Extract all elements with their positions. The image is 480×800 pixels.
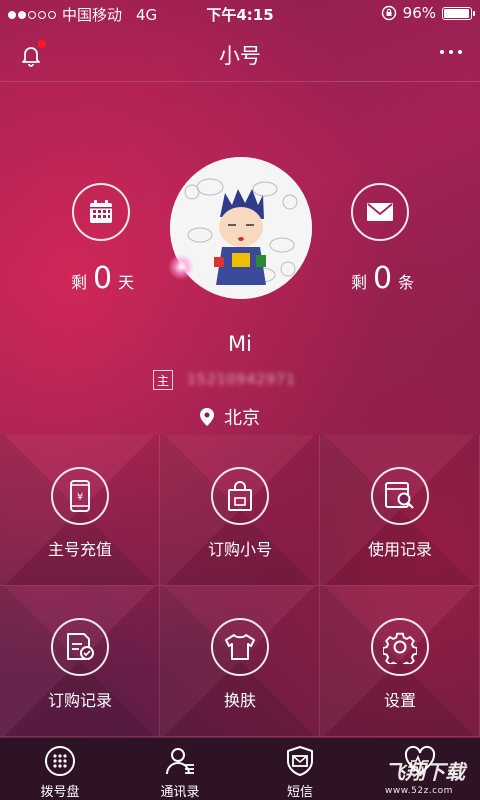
watermark-text: 飞翔下载	[385, 760, 465, 784]
status-bar: 中国移动 4G 下午4:15 96%	[0, 0, 480, 28]
days-remaining: 剩 0 天	[71, 261, 134, 296]
function-grid: ¥ 主号充值 订购小号 使用记录 订购记录 换肤 设置	[0, 435, 480, 738]
phone-yuan-icon: ¥	[70, 480, 90, 512]
location-row: 北京	[200, 404, 260, 430]
battery-icon	[442, 6, 475, 20]
messages-button[interactable]	[351, 183, 409, 241]
tab-contacts[interactable]: 通讯录	[120, 738, 240, 800]
tile-label-recharge: 主号充值	[47, 540, 112, 559]
status-right: 96%	[381, 4, 475, 22]
phone-row: 主 15210942971	[153, 370, 296, 390]
envelope-icon	[367, 203, 393, 221]
tile-usage-records[interactable]: 使用记录	[320, 435, 480, 586]
tile-label-settings: 设置	[383, 691, 416, 710]
contacts-icon	[166, 748, 194, 775]
messages-remaining: 剩 0 条	[351, 261, 414, 296]
main-number-tag: 主	[153, 370, 173, 390]
tab-label-sms: 短信	[286, 785, 313, 800]
messages-value: 0	[373, 261, 393, 296]
tab-label-contacts: 通讯录	[160, 785, 200, 800]
tab-label-dialpad: 拨号盘	[40, 785, 80, 800]
nav-divider	[0, 81, 480, 82]
tab-dialpad[interactable]: 拨号盘	[0, 738, 120, 800]
more-icon[interactable]	[440, 50, 462, 54]
tab-sms[interactable]: 短信	[240, 738, 360, 800]
shopping-bag-icon	[228, 481, 252, 511]
tile-label-order-number: 订购小号	[207, 540, 272, 559]
days-unit: 天	[118, 273, 135, 292]
rotation-lock-icon	[381, 5, 396, 21]
recharge-icon-circle: ¥	[51, 467, 109, 525]
days-prefix: 剩	[71, 273, 88, 292]
location-label: 北京	[224, 408, 260, 429]
search-record-icon	[385, 482, 414, 509]
tile-order-records[interactable]: 订购记录	[0, 586, 160, 737]
tile-skin[interactable]: 换肤	[160, 586, 320, 737]
order-record-icon	[67, 633, 94, 660]
tile-settings[interactable]: 设置	[320, 586, 480, 737]
tshirt-icon	[225, 634, 255, 660]
username: Mi	[228, 332, 252, 356]
tile-order-number[interactable]: 订购小号	[160, 435, 320, 586]
order-number-icon-circle	[211, 467, 269, 525]
watermark-sub: www.52z.com	[385, 786, 453, 796]
skin-icon-circle	[211, 618, 269, 676]
calendar-button[interactable]	[72, 183, 130, 241]
order-records-icon-circle	[51, 618, 109, 676]
settings-icon-circle	[371, 618, 429, 676]
app-screen: 中国移动 4G 下午4:15 96% 小号 剩 0 天 剩 0 条 Mi 主 1…	[0, 0, 480, 800]
sms-shield-icon	[287, 746, 313, 776]
gear-icon	[383, 632, 417, 664]
tile-recharge[interactable]: ¥ 主号充值	[0, 435, 160, 586]
calendar-icon	[90, 200, 112, 223]
watermark: 飞翔下载 www.52z.com	[385, 756, 480, 800]
messages-prefix: 剩	[351, 273, 368, 292]
svg-text:¥: ¥	[77, 492, 83, 503]
battery-percent: 96%	[402, 4, 436, 22]
tile-label-usage-records: 使用记录	[367, 540, 432, 559]
tile-label-skin: 换肤	[223, 691, 256, 710]
dialpad-icon	[45, 746, 75, 776]
sparkle-glow	[168, 254, 194, 280]
usage-records-icon-circle	[371, 467, 429, 525]
page-title: 小号	[219, 44, 261, 68]
battery-level	[444, 8, 469, 18]
avatar[interactable]	[170, 157, 312, 299]
phone-number: 15210942971	[187, 372, 296, 388]
nav-bar: 小号	[0, 28, 480, 80]
days-value: 0	[93, 261, 113, 296]
location-pin-icon	[200, 408, 214, 426]
messages-unit: 条	[398, 273, 415, 292]
avatar-cartoon	[170, 157, 312, 299]
tile-label-order-records: 订购记录	[47, 691, 112, 710]
